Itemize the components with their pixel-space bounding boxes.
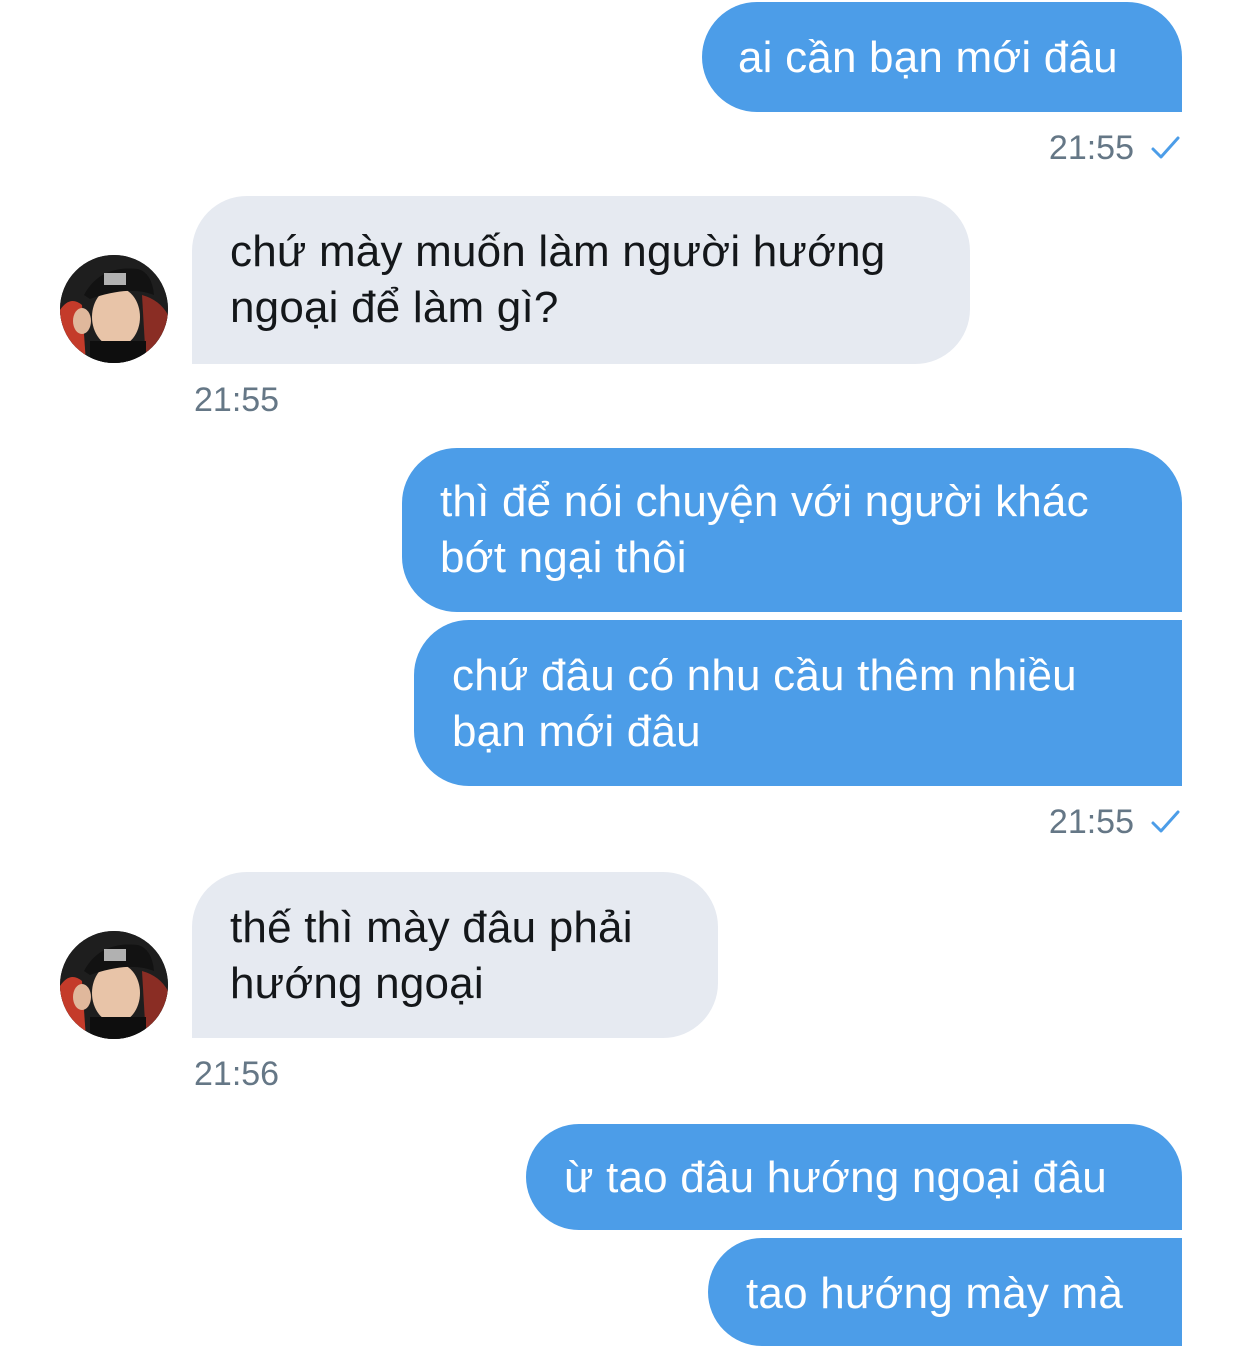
message-text-line: hướng ngoại — [230, 959, 484, 1008]
incoming-message-bubble[interactable]: chứ mày muốn làm người hướng ngoại để là… — [192, 196, 970, 364]
check-icon — [1151, 810, 1180, 833]
message-timestamp: 21:55 — [1049, 128, 1182, 168]
check-icon — [1151, 136, 1180, 159]
outgoing-message-bubble[interactable]: thì để nói chuyện với người khác bớt ngạ… — [402, 448, 1182, 612]
outgoing-message-bubble[interactable]: tao hướng mày mà — [708, 1238, 1182, 1346]
timestamp-text: 21:55 — [1048, 129, 1134, 167]
outgoing-message-bubble[interactable]: ừ tao đâu hướng ngoại đâu — [526, 1124, 1182, 1230]
outgoing-message-bubble[interactable]: chứ đâu có nhu cầu thêm nhiều bạn mới đâ… — [414, 620, 1182, 786]
avatar-image — [60, 931, 168, 1039]
incoming-message-bubble[interactable]: thế thì mày đâu phải hướng ngoại — [192, 872, 718, 1038]
message-text-line: ngoại để làm gì? — [230, 283, 559, 332]
message-text: ừ tao đâu hướng ngoại đâu — [564, 1153, 1107, 1202]
message-text-line: chứ đâu có nhu cầu thêm nhiều — [452, 651, 1077, 700]
message-text-line: bạn mới đâu — [452, 707, 701, 756]
message-timestamp: 21:55 — [1049, 802, 1182, 842]
message-text-line: thì để nói chuyện với người khác — [440, 477, 1089, 526]
timestamp-text: 21:56 — [194, 1055, 280, 1093]
message-timestamp: 21:55 — [194, 380, 279, 420]
avatar-image — [60, 255, 168, 363]
message-text-line: chứ mày muốn làm người hướng — [230, 227, 886, 276]
avatar[interactable] — [60, 255, 168, 363]
message-text-line: bớt ngại thôi — [440, 533, 687, 582]
avatar[interactable] — [60, 931, 168, 1039]
timestamp-text: 21:55 — [194, 381, 280, 419]
message-text: ai cần bạn mới đâu — [738, 33, 1118, 82]
outgoing-message-bubble[interactable]: ai cần bạn mới đâu — [702, 2, 1182, 112]
message-text: tao hướng mày mà — [746, 1269, 1124, 1318]
message-timestamp: 21:56 — [194, 1054, 279, 1094]
timestamp-text: 21:55 — [1048, 803, 1134, 841]
message-text-line: thế thì mày đâu phải — [230, 903, 633, 952]
